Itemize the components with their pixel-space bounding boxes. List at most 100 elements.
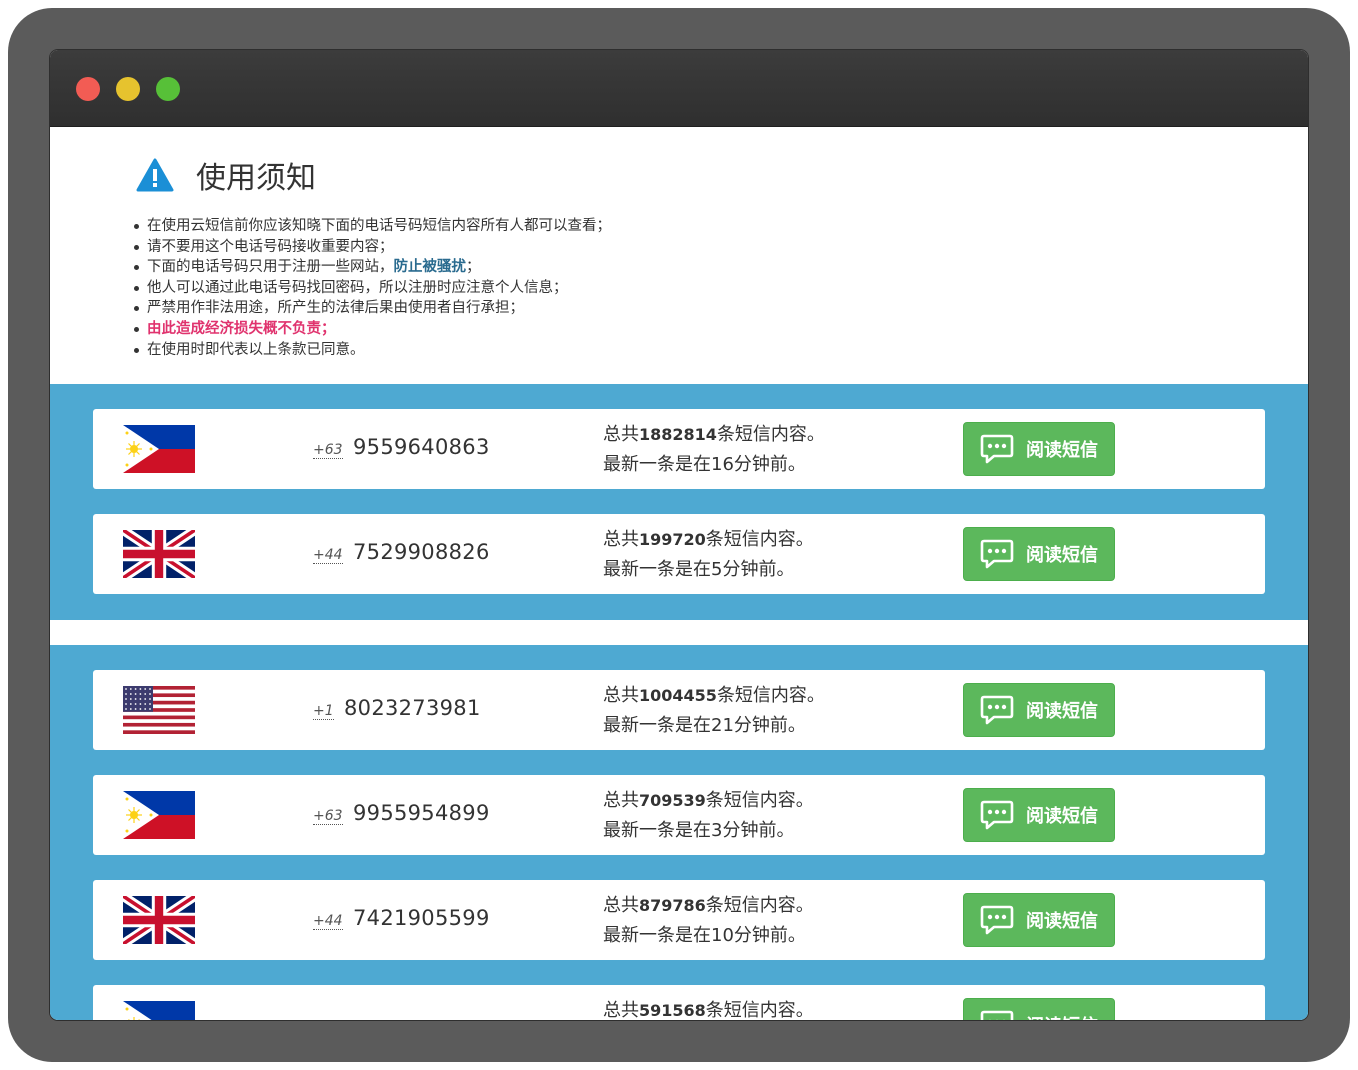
chat-bubble-icon (980, 434, 1014, 464)
sms-total-count: 709539 (639, 791, 706, 810)
total-suffix: 条短信内容。 (716, 424, 825, 445)
latest-time: 5分 (711, 559, 741, 580)
total-suffix: 条短信内容。 (705, 529, 814, 550)
latest-sms-line: 最新一条是在5分钟前。 (603, 555, 814, 585)
minimize-window-button[interactable] (116, 77, 140, 101)
sms-total-line: 总共879786条短信内容。 (603, 891, 814, 921)
usa-flag-icon (123, 686, 195, 734)
sms-total-line: 总共591568条短信内容。 (603, 996, 814, 1020)
phone-number-card: +63 9559640863 总共1882814条短信内容。最新一条是在16分钟前。… (93, 409, 1265, 489)
total-prefix: 总共 (603, 895, 639, 916)
total-suffix: 条短信内容。 (705, 790, 814, 811)
total-suffix: 条短信内容。 (705, 1000, 814, 1020)
philippines-flag-icon (123, 425, 195, 473)
total-prefix: 总共 (603, 1000, 639, 1020)
rule-highlight: 防止被骚扰 (393, 259, 467, 276)
country-code: +44 (313, 547, 343, 564)
rule-item: 下面的电话号码只用于注册一些网站，防止被骚扰； (132, 257, 611, 278)
country-code: +63 (313, 808, 343, 825)
uk-flag-icon (123, 530, 195, 578)
number-group-1: +63 9559640863 总共1882814条短信内容。 最新一条是在16分钟前。… (50, 384, 1308, 620)
close-window-button[interactable] (76, 77, 100, 101)
sms-total-count: 591568 (639, 1001, 706, 1020)
chat-bubble-icon (980, 800, 1014, 830)
rule-item: 他人可以通过此电话号码找回密码，所以注册时应注意个人信息； (132, 278, 611, 299)
latest-suffix: 钟前。 (751, 715, 806, 736)
rule-text: 下面的电话号码只用于注册一些网站， (147, 259, 394, 276)
warning-icon (136, 158, 174, 192)
latest-sms-line: 最新一条是在3分钟前。 (603, 816, 814, 846)
browser-window: 使用须知 在使用云短信前你应该知晓下面的电话号码短信内容所有人都可以查看； 请不… (50, 50, 1308, 1020)
read-sms-label: 阅读短信 (1026, 911, 1098, 932)
total-suffix: 条短信内容。 (705, 895, 814, 916)
phone-number[interactable]: 7421905599 (353, 906, 490, 930)
read-sms-label: 阅读短信 (1026, 701, 1098, 722)
read-sms-button[interactable]: 阅读短信 (963, 683, 1115, 737)
country-code: +63 (313, 442, 343, 459)
phone-number[interactable]: 8023273981 (344, 696, 481, 720)
latest-time: 3分 (711, 820, 741, 841)
sms-stats: 总共1004455条短信内容。 最新一条是在21分钟前。 (603, 681, 825, 741)
sms-stats: 总共591568条短信内容。最新一条是在钟前。 (603, 996, 814, 1020)
chat-bubble-icon (980, 539, 1014, 569)
latest-suffix: 钟前。 (740, 559, 795, 580)
latest-prefix: 最新一条是在 (603, 925, 711, 946)
read-sms-button[interactable]: 阅读短信 (963, 998, 1115, 1020)
latest-prefix: 最新一条是在 (603, 559, 711, 580)
read-sms-button[interactable]: 阅读短信 (963, 788, 1115, 842)
read-sms-button[interactable]: 阅读短信 (963, 527, 1115, 581)
phone-number[interactable]: 9559640863 (353, 435, 490, 459)
rule-item: 在使用云短信前你应该知晓下面的电话号码短信内容所有人都可以查看； (132, 216, 611, 237)
total-suffix: 条短信内容。 (716, 685, 825, 706)
latest-suffix: 钟前。 (751, 454, 806, 475)
total-prefix: 总共 (603, 529, 639, 550)
sms-stats: 总共879786条短信内容。最新一条是在10分钟前。 (603, 891, 814, 951)
latest-time: 21分 (711, 715, 752, 736)
notice-header: 使用须知 (136, 153, 316, 197)
sms-total-count: 199720 (639, 530, 706, 549)
phone-number-card: +44 7529908826 总共199720条短信内容。 最新一条是在5分钟前。 阅读… (93, 514, 1265, 594)
latest-suffix: 钟前。 (740, 820, 795, 841)
notice-title: 使用须知 (196, 161, 316, 196)
sms-stats: 总共199720条短信内容。 最新一条是在5分钟前。 (603, 525, 814, 585)
maximize-window-button[interactable] (156, 77, 180, 101)
chat-bubble-icon (980, 695, 1014, 725)
latest-sms-line: 最新一条是在21分钟前。 (603, 711, 825, 741)
number-group-2: +1 8023273981 总共1004455条短信内容。 最新一条是在21分钟前。阅… (50, 645, 1308, 1020)
sms-total-count: 879786 (639, 896, 706, 915)
total-prefix: 总共 (603, 685, 639, 706)
total-prefix: 总共 (603, 424, 639, 445)
latest-suffix: 钟前。 (751, 925, 806, 946)
sms-total-count: 1882814 (639, 425, 717, 444)
sms-total-line: 总共1004455条短信内容。 (603, 681, 825, 711)
phone-number[interactable]: 9955954899 (353, 801, 490, 825)
phone-number-card: 总共591568条短信内容。最新一条是在钟前。阅读短信 (93, 985, 1265, 1020)
sms-stats: 总共1882814条短信内容。最新一条是在16分钟前。 (603, 420, 825, 480)
read-sms-label: 阅读短信 (1026, 440, 1098, 461)
latest-sms-line: 最新一条是在16分钟前。 (603, 450, 825, 480)
latest-time: 16分 (711, 454, 752, 475)
sms-stats: 总共709539条短信内容。 最新一条是在3分钟前。 (603, 786, 814, 846)
sms-total-line: 总共199720条短信内容。 (603, 525, 814, 555)
country-code: +1 (313, 703, 334, 720)
read-sms-button[interactable]: 阅读短信 (963, 893, 1115, 947)
latest-prefix: 最新一条是在 (603, 715, 711, 736)
phone-number[interactable]: 7529908826 (353, 540, 490, 564)
page-content: 使用须知 在使用云短信前你应该知晓下面的电话号码短信内容所有人都可以查看； 请不… (50, 127, 1308, 1020)
read-sms-label: 阅读短信 (1026, 545, 1098, 566)
philippines-flag-icon (123, 791, 195, 839)
notice-rules: 在使用云短信前你应该知晓下面的电话号码短信内容所有人都可以查看； 请不要用这个电… (132, 216, 611, 360)
read-sms-label: 阅读短信 (1026, 1012, 1098, 1020)
rule-tail: ； (466, 259, 481, 276)
sms-total-line: 总共709539条短信内容。 (603, 786, 814, 816)
rule-item-warning: 由此造成经济损失概不负责； (132, 319, 611, 340)
latest-time: 10分 (711, 925, 752, 946)
latest-prefix: 最新一条是在 (603, 820, 711, 841)
usage-notice: 使用须知 在使用云短信前你应该知晓下面的电话号码短信内容所有人都可以查看； 请不… (50, 127, 1308, 384)
chat-bubble-icon (980, 905, 1014, 935)
phone-number-card: +1 8023273981 总共1004455条短信内容。 最新一条是在21分钟前。 阅… (93, 670, 1265, 750)
group-divider (50, 620, 1308, 645)
phone-number-card: +44 7421905599 总共879786条短信内容。最新一条是在10分钟前。 阅… (93, 880, 1265, 960)
read-sms-button[interactable]: 阅读短信 (963, 422, 1115, 476)
country-code: +44 (313, 913, 343, 930)
